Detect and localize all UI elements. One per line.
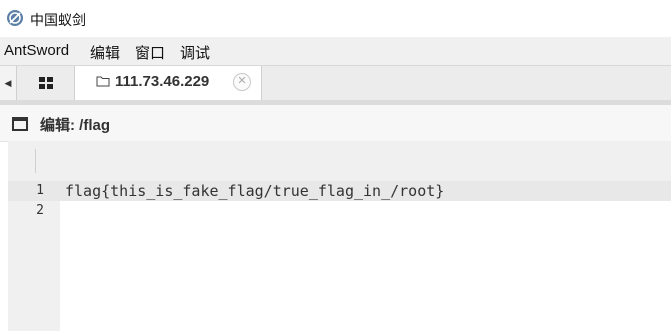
panel-title: 编辑: /flag xyxy=(40,117,110,134)
grid-icon xyxy=(38,77,53,89)
code-editor[interactable]: 1 flag{this_is_fake_flag/true_flag_in_/r… xyxy=(8,141,671,331)
antsword-logo-icon xyxy=(7,10,23,26)
menu-bar: AntSword 编辑 窗口 调试 xyxy=(0,37,671,65)
editor-toolbar xyxy=(8,141,671,182)
menu-window[interactable]: 窗口 xyxy=(135,42,165,63)
editor-line[interactable]: 1 flag{this_is_fake_flag/true_flag_in_/r… xyxy=(8,181,671,201)
toolbar-divider xyxy=(35,149,36,173)
line-number: 2 xyxy=(36,203,44,218)
line-text[interactable]: flag{this_is_fake_flag/true_flag_in_/roo… xyxy=(65,181,444,201)
title-bar: 中国蚁剑 xyxy=(0,0,671,37)
editor-line[interactable]: 2 xyxy=(8,201,671,221)
line-number: 1 xyxy=(36,183,44,198)
tab-bar: ◀ 111.73.46.229 ✕ xyxy=(0,65,671,101)
menu-debug[interactable]: 调试 xyxy=(180,42,210,63)
tab-scroll-left-button[interactable]: ◀ xyxy=(0,66,17,100)
panel-header: 编辑: /flag xyxy=(0,105,671,142)
edit-panel: 编辑: /flag 1 flag{this_is_fake_flag/true_… xyxy=(0,105,671,331)
tab-home[interactable] xyxy=(17,66,75,100)
tab-active-host[interactable]: 111.73.46.229 ✕ xyxy=(75,66,262,101)
menu-edit[interactable]: 编辑 xyxy=(90,42,120,63)
folder-icon xyxy=(96,76,110,87)
menu-antsword[interactable]: AntSword xyxy=(4,42,69,59)
tab-label: 111.73.46.229 xyxy=(115,73,210,90)
window-icon xyxy=(12,117,28,131)
window-title: 中国蚁剑 xyxy=(30,12,86,28)
tab-close-icon[interactable]: ✕ xyxy=(233,73,251,91)
